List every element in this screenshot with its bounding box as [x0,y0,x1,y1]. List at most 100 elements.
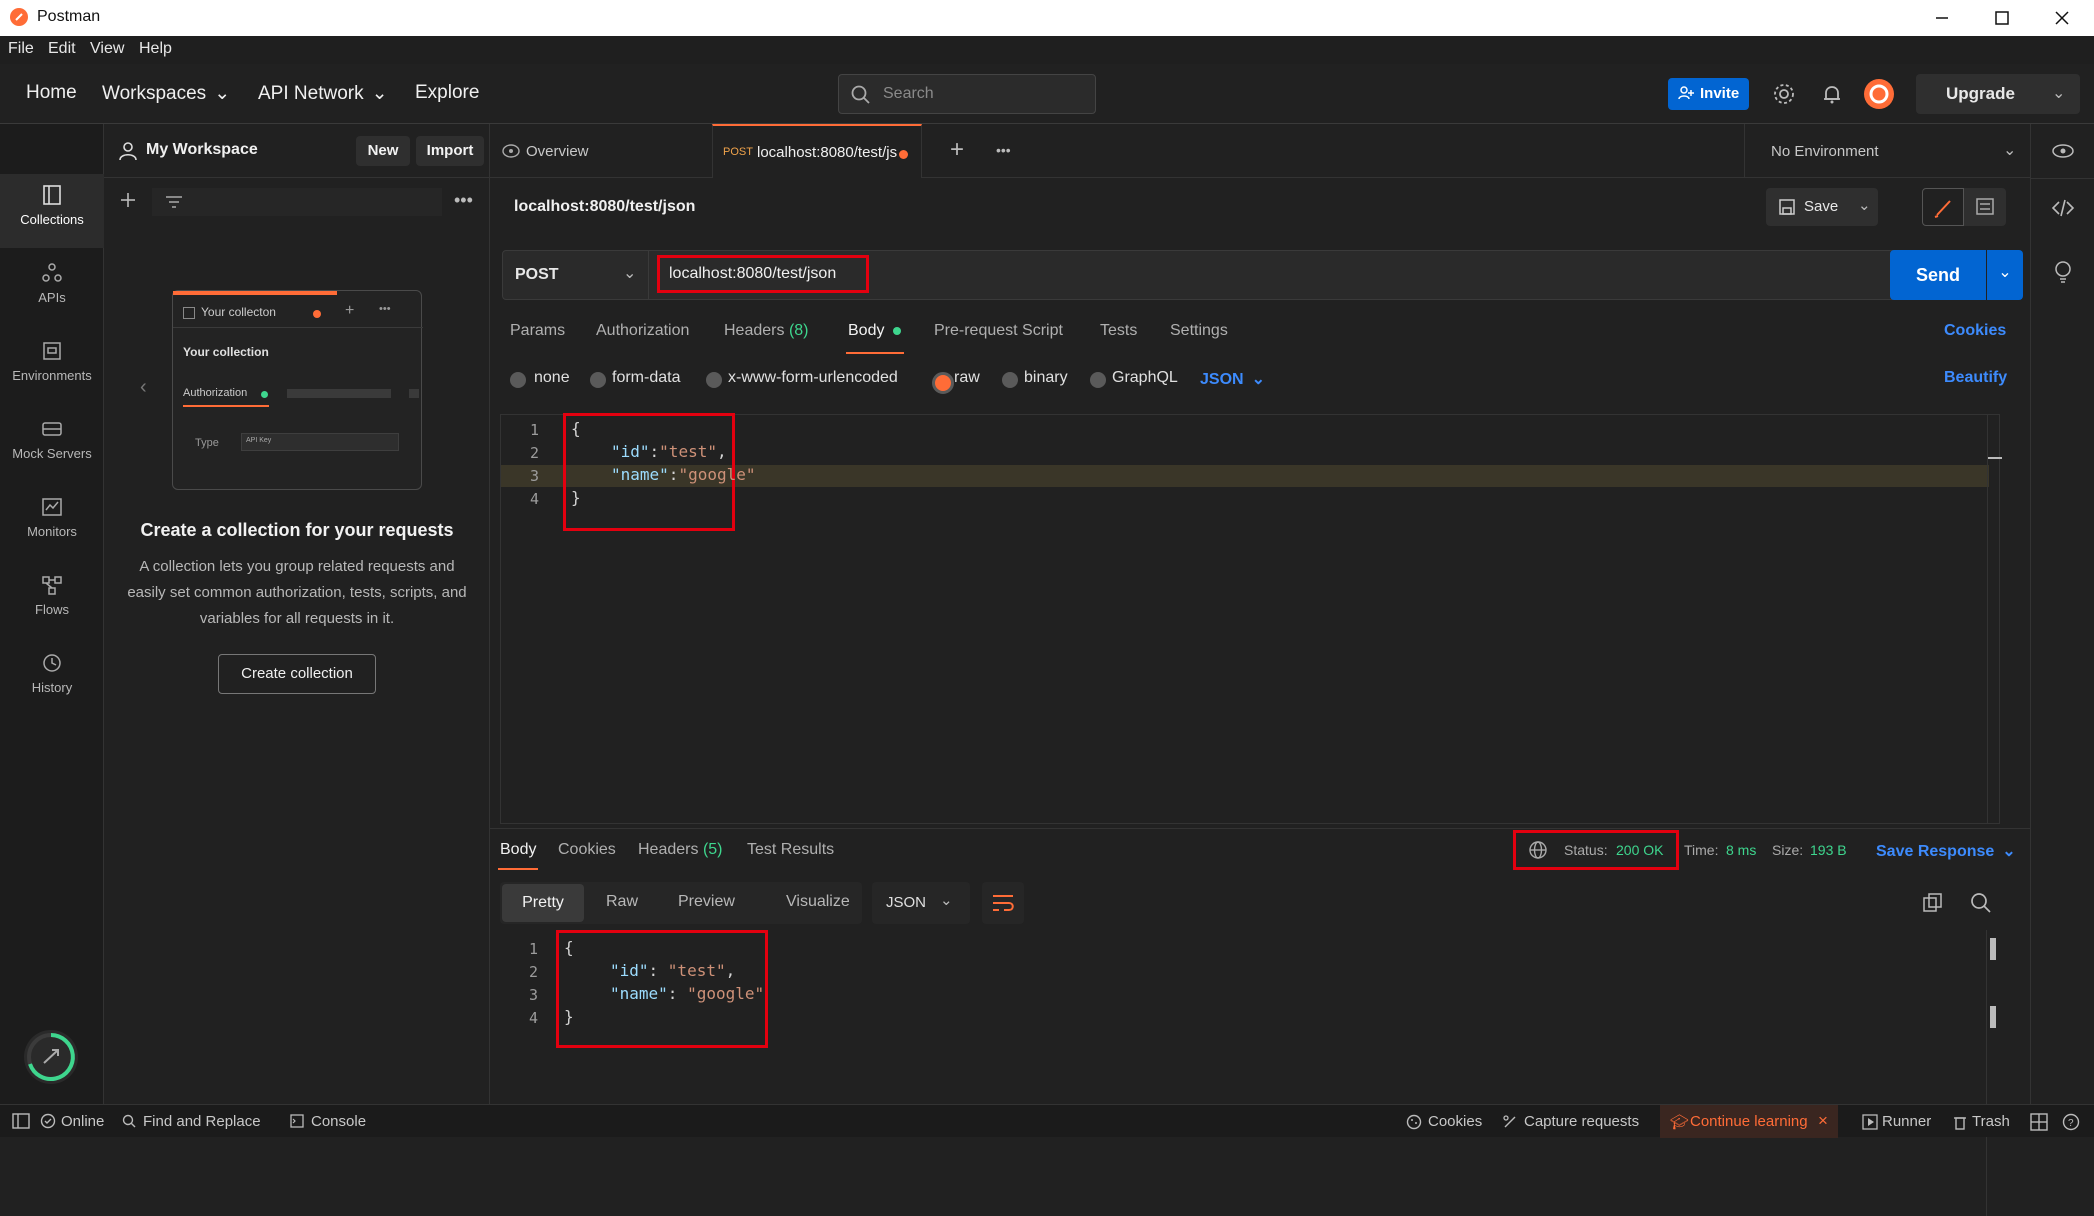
chevron-down-icon[interactable]: ⌄ [2052,83,2065,103]
rail-apis[interactable]: APIs [0,252,104,326]
copy-icon[interactable] [1922,892,1944,914]
online-status[interactable]: Online [61,1113,104,1130]
response-format-select[interactable]: JSON ⌄ [872,882,970,924]
radio-none[interactable] [510,372,526,388]
radio-form-data[interactable] [590,372,606,388]
search-icon[interactable] [1970,892,1992,914]
eye-icon[interactable] [2051,142,2075,160]
rail-monitors[interactable]: Monitors [0,486,104,560]
trash[interactable]: Trash [1972,1113,2010,1130]
tab-overview[interactable]: Overview [490,124,712,178]
rail-collections[interactable]: Collections [0,174,104,248]
request-body-editor[interactable]: 1 2 3 4 { "id":"test", "name":"google" } [500,413,2002,824]
new-button[interactable]: New [356,136,410,166]
nav-explore[interactable]: Explore [415,82,479,104]
send-button[interactable]: Send [1890,250,1986,300]
help-icon[interactable]: ? [2062,1113,2080,1131]
upgrade-button[interactable]: Upgrade ⌄ [1916,74,2080,114]
capture-requests[interactable]: Capture requests [1524,1113,1639,1130]
tab-options-icon[interactable]: ••• [996,142,1011,158]
save-button[interactable]: Save ⌄ [1766,188,1878,226]
view-pretty[interactable]: Pretty [502,884,584,922]
new-tab-plus-icon[interactable]: + [950,136,964,164]
filter-input[interactable] [152,188,442,216]
tab-pre-request-script[interactable]: Pre-request Script [934,322,1063,340]
save-response-button[interactable]: Save Response ⌄ [1876,841,2016,861]
more-options-icon[interactable]: ••• [454,190,473,211]
workspace-name[interactable]: My Workspace [146,141,258,159]
cookies-status[interactable]: Cookies [1428,1113,1482,1130]
cookies-link[interactable]: Cookies [1944,322,2006,340]
rail-environments[interactable]: Environments [0,330,104,404]
import-button[interactable]: Import [416,136,484,166]
menu-edit[interactable]: Edit [48,40,76,58]
create-collection-button[interactable]: Create collection [218,654,376,694]
continue-learning-banner[interactable]: 🎓︎ Continue learning × [1660,1105,1838,1138]
send-options-chevron-icon[interactable]: ⌄ [1987,250,2023,300]
radio-graphql[interactable] [1090,372,1106,388]
view-visualize[interactable]: Visualize [786,893,850,911]
invite-button[interactable]: Invite [1668,78,1749,110]
scrollbar-thumb[interactable] [1990,938,1996,960]
code-icon[interactable] [2051,198,2075,218]
flows-icon [42,576,62,595]
url-input[interactable]: localhost:8080/test/json [669,265,836,283]
request-name[interactable]: localhost:8080/test/json [514,198,695,216]
console[interactable]: Console [311,1113,366,1130]
wrap-lines-icon[interactable] [982,882,1024,924]
nav-api-network[interactable]: API Network ⌄ [258,82,388,105]
runner[interactable]: Runner [1882,1113,1931,1130]
maximize-icon[interactable] [1990,6,2014,30]
close-icon[interactable] [2050,6,2074,30]
minimize-icon[interactable] [1930,6,1954,30]
avatar[interactable] [1864,79,1894,109]
documentation-icon[interactable] [1964,188,2006,226]
top-navigation: Home Workspaces ⌄ API Network ⌄ Explore Se… [0,64,2094,124]
edit-pencil-icon[interactable] [1922,188,1964,226]
tab-params[interactable]: Params [510,322,565,340]
response-tab-body[interactable]: Body [500,841,536,859]
rail-flows[interactable]: Flows [0,564,104,638]
bootcamp-progress-icon[interactable] [24,1030,78,1084]
add-collection-icon[interactable] [118,190,138,210]
beautify-link[interactable]: Beautify [1944,369,2007,387]
nav-home[interactable]: Home [26,82,77,104]
radio-binary[interactable] [1002,372,1018,388]
tab-settings[interactable]: Settings [1170,322,1228,340]
nav-workspaces[interactable]: Workspaces ⌄ [102,82,230,105]
method-select[interactable]: POST ⌄ [503,251,649,299]
view-preview[interactable]: Preview [678,893,735,911]
toggle-sidebar-icon[interactable] [12,1113,30,1129]
body-format-select[interactable]: JSON ⌄ [1200,369,1265,389]
menu-view[interactable]: View [90,40,124,58]
response-tab-cookies[interactable]: Cookies [558,841,616,859]
two-pane-layout-icon[interactable] [2030,1113,2048,1131]
tab-authorization[interactable]: Authorization [596,322,689,340]
environment-select[interactable]: No Environment ⌄ [1744,124,2030,178]
settings-gear-icon[interactable] [1772,82,1796,106]
radio-x-www-form-urlencoded[interactable] [706,372,722,388]
response-body-viewer[interactable]: 1 2 3 4 { "id": "test", "name": "google"… [500,930,2000,1216]
rail-mock-servers[interactable]: Mock Servers [0,408,104,482]
radio-raw[interactable] [932,372,954,394]
chevron-down-icon[interactable]: ⌄ [1858,196,1871,214]
search-input[interactable]: Search [838,74,1096,114]
editor-scrollbar[interactable] [1987,415,2002,823]
tab-tests[interactable]: Tests [1100,322,1137,340]
close-icon[interactable]: × [1818,1111,1828,1131]
response-tab-headers[interactable]: Headers (5) [638,841,723,859]
scrollbar-thumb[interactable] [1990,1006,1996,1028]
tab-headers[interactable]: Headers (8) [724,322,809,340]
response-tab-test-results[interactable]: Test Results [747,841,834,859]
view-raw[interactable]: Raw [606,893,638,911]
notifications-bell-icon[interactable] [1820,82,1844,106]
tab-body[interactable]: Body [848,322,901,340]
menu-help[interactable]: Help [139,40,172,58]
find-and-replace[interactable]: Find and Replace [143,1113,261,1130]
lightbulb-icon[interactable] [2053,260,2073,284]
menu-file[interactable]: File [8,40,34,58]
tab-active-request[interactable]: POST localhost:8080/test/js [712,124,922,178]
chevron-left-icon[interactable]: ‹ [140,376,147,399]
rail-history[interactable]: History [0,642,104,716]
response-scrollbar[interactable] [1986,930,2000,1216]
